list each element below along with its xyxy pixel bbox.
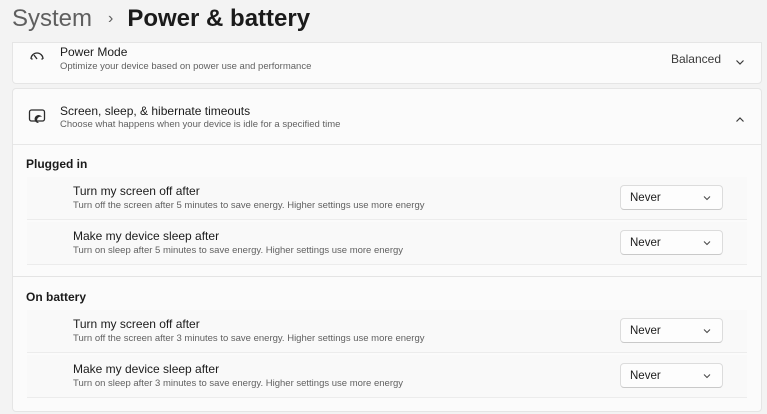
plugged-sleep-row: Make my device sleep after Turn on sleep… bbox=[27, 222, 747, 265]
battery-sleep-row: Make my device sleep after Turn on sleep… bbox=[27, 355, 747, 398]
chevron-down-icon bbox=[702, 238, 712, 248]
plugged-screen-off-description: Turn off the screen after 5 minutes to s… bbox=[73, 200, 425, 211]
battery-screen-off-row: Turn my screen off after Turn off the sc… bbox=[27, 310, 747, 353]
plugged-sleep-dropdown[interactable]: Never bbox=[620, 230, 723, 255]
plugged-sleep-description: Turn on sleep after 5 minutes to save en… bbox=[73, 245, 404, 256]
section-divider bbox=[13, 276, 761, 277]
battery-screen-off-description: Turn off the screen after 3 minutes to s… bbox=[73, 333, 425, 344]
breadcrumb-system-link[interactable]: System bbox=[12, 5, 92, 33]
section-plugged-in: Plugged in bbox=[26, 157, 88, 171]
sleep-timeouts-description: Choose what happens when your device is … bbox=[60, 119, 341, 130]
plugged-screen-off-value: Never bbox=[630, 191, 661, 204]
chevron-down-icon[interactable] bbox=[735, 54, 745, 65]
sleep-timeouts-card: Screen, sleep, & hibernate timeouts Choo… bbox=[12, 88, 762, 412]
chevron-down-icon bbox=[702, 371, 712, 381]
plugged-screen-off-row: Turn my screen off after Turn off the sc… bbox=[27, 177, 747, 220]
breadcrumb: System › Power & battery bbox=[12, 4, 310, 34]
battery-sleep-value: Never bbox=[630, 369, 661, 382]
battery-sleep-title: Make my device sleep after bbox=[73, 362, 220, 376]
power-mode-title: Power Mode bbox=[60, 45, 128, 59]
plugged-screen-off-title: Turn my screen off after bbox=[73, 184, 200, 198]
chevron-down-icon bbox=[702, 326, 712, 336]
breadcrumb-separator-icon: › bbox=[108, 10, 114, 27]
section-on-battery: On battery bbox=[26, 290, 87, 304]
plugged-screen-off-dropdown[interactable]: Never bbox=[620, 185, 723, 210]
power-mode-card[interactable]: Power Mode Optimize your device based on… bbox=[12, 42, 762, 84]
sleep-timeouts-header[interactable]: Screen, sleep, & hibernate timeouts Choo… bbox=[13, 89, 761, 145]
battery-sleep-description: Turn on sleep after 3 minutes to save en… bbox=[73, 378, 404, 389]
battery-screen-off-title: Turn my screen off after bbox=[73, 317, 200, 331]
power-mode-gauge-icon bbox=[27, 47, 47, 67]
battery-screen-off-dropdown[interactable]: Never bbox=[620, 318, 723, 343]
sleep-timeouts-title: Screen, sleep, & hibernate timeouts bbox=[60, 104, 251, 118]
plugged-sleep-title: Make my device sleep after bbox=[73, 229, 220, 243]
chevron-up-icon[interactable] bbox=[735, 112, 745, 122]
chevron-down-icon bbox=[702, 193, 712, 203]
page-title: Power & battery bbox=[127, 5, 311, 32]
power-mode-description: Optimize your device based on power use … bbox=[60, 61, 312, 72]
power-mode-value[interactable]: Balanced bbox=[671, 52, 721, 66]
screen-sleep-icon bbox=[27, 106, 47, 126]
battery-sleep-dropdown[interactable]: Never bbox=[620, 363, 723, 388]
battery-screen-off-value: Never bbox=[630, 324, 661, 337]
plugged-sleep-value: Never bbox=[630, 236, 661, 249]
